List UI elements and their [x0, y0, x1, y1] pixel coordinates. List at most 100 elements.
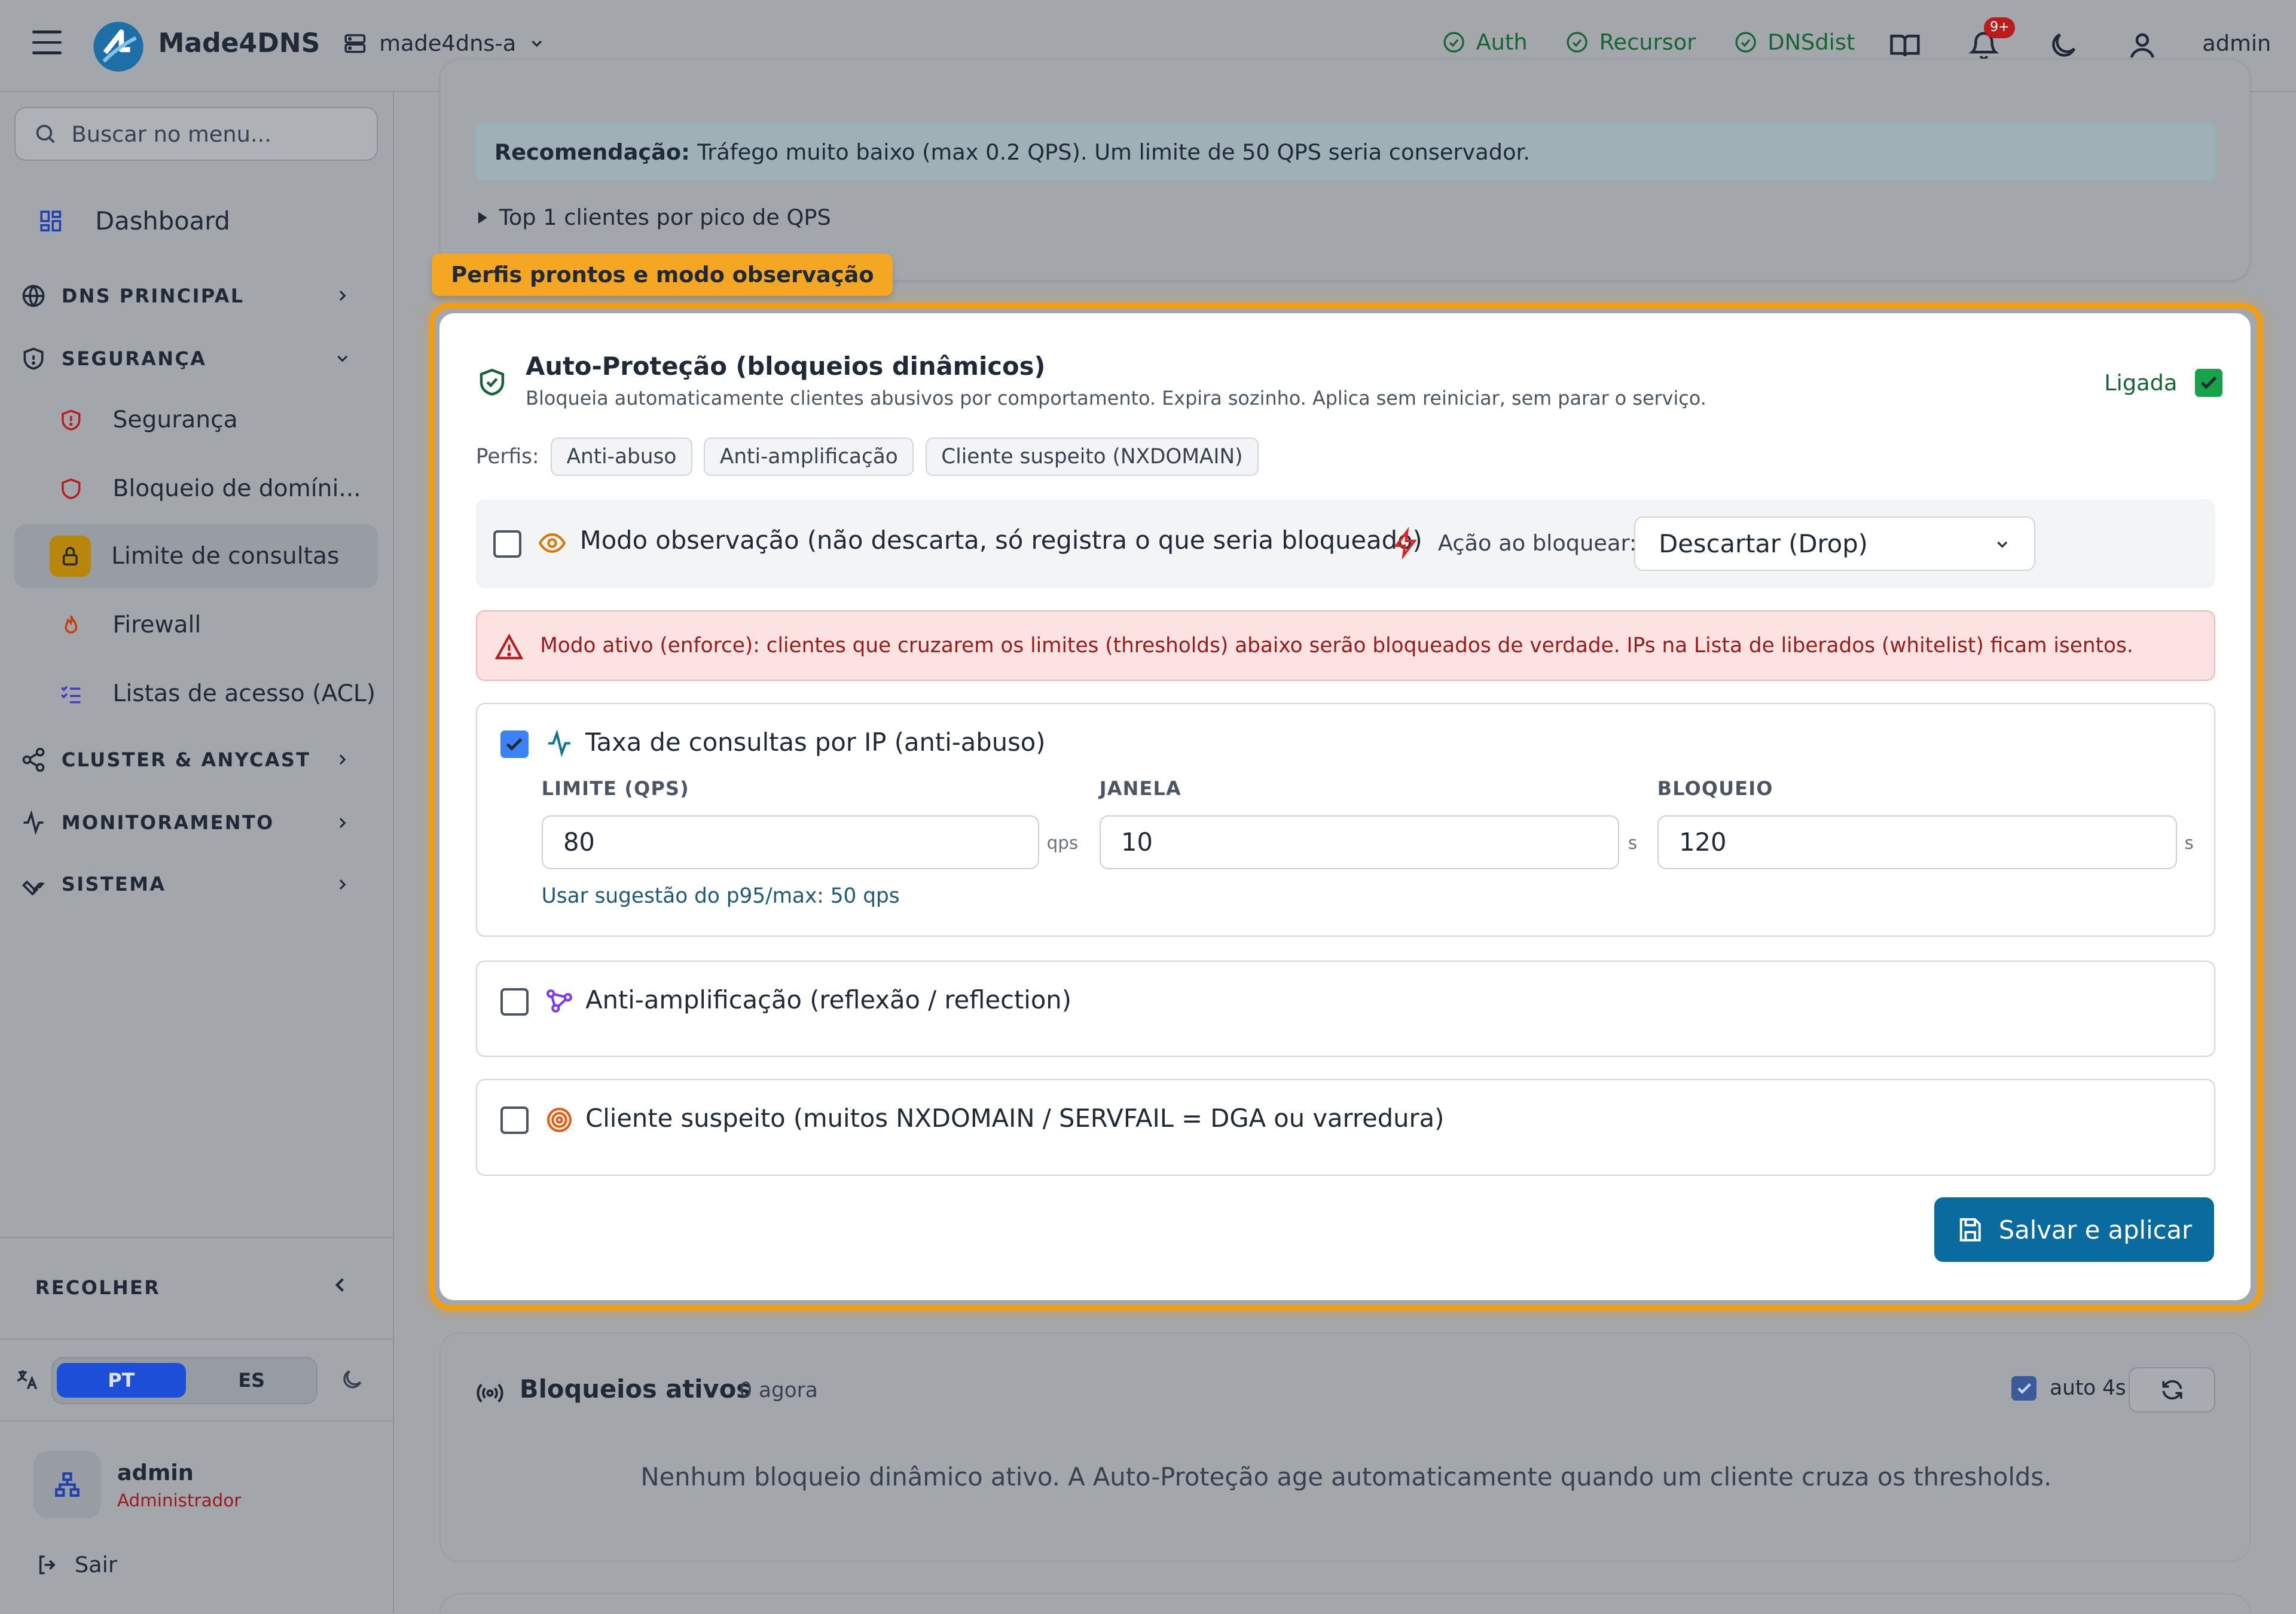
- logout-button[interactable]: Sair: [35, 1552, 117, 1578]
- user-icon[interactable]: [2126, 29, 2158, 62]
- refresh-button[interactable]: [2129, 1367, 2215, 1413]
- dashboard-grid-icon: [40, 210, 61, 232]
- observe-mode-checkbox[interactable]: [493, 530, 521, 558]
- sidebar-section-monitoring[interactable]: MONITORAMENTO: [20, 801, 383, 845]
- check-circle-icon: [1567, 32, 1588, 53]
- sidebar-item-security[interactable]: Segurança: [14, 388, 377, 453]
- target-icon: [546, 1107, 572, 1132]
- status-dnsdist[interactable]: DNSdist: [1734, 29, 1855, 55]
- limit-label: LIMITE (QPS): [541, 777, 689, 800]
- window-label: JANELA: [1099, 777, 1181, 800]
- recommendation-text: Tráfego muito baixo (max 0.2 QPS). Um li…: [697, 139, 1530, 165]
- chevron-right-icon: [340, 879, 346, 889]
- active-blocks-title: Bloqueios ativos: [519, 1374, 752, 1404]
- menu-icon[interactable]: [32, 30, 62, 60]
- profile-chip-anti-amplification[interactable]: Anti-amplificação: [704, 438, 914, 476]
- sidebar-section-cluster[interactable]: CLUSTER & ANYCAST: [20, 738, 383, 781]
- recommendation-label: Recomendação:: [494, 139, 690, 165]
- lang-es-button[interactable]: ES: [191, 1363, 312, 1398]
- server-icon: [344, 34, 366, 53]
- service-status-group: Auth Recursor DNSdist: [1442, 29, 1855, 55]
- section-dns-label: DNS PRINCIPAL: [61, 284, 245, 307]
- flame-icon: [65, 615, 78, 634]
- limit-qps-input[interactable]: [541, 815, 1040, 870]
- profiles-label: Perfis:: [475, 445, 539, 469]
- check-icon: [2200, 377, 2217, 390]
- traffic-analysis-card: Recomendação: Tráfego muito baixo (max 0…: [439, 58, 2251, 282]
- amp-rule-label: Anti-amplificação (reflexão / reflection…: [585, 985, 1071, 1014]
- moon-icon[interactable]: [2047, 29, 2080, 62]
- auto-protection-desc: Bloqueia automaticamente clientes abusiv…: [526, 386, 1706, 409]
- sidebar-section-dns[interactable]: DNS PRINCIPAL: [20, 274, 383, 317]
- top-clients-label: Top 1 clientes por pico de QPS: [499, 204, 831, 231]
- menu-search[interactable]: [14, 106, 378, 161]
- enabled-label: Ligada: [2104, 369, 2178, 396]
- status-recursor[interactable]: Recursor: [1565, 29, 1696, 55]
- sidebar-item-domain-block[interactable]: Bloqueio de domíni...: [14, 457, 377, 521]
- active-blocks-count: 0 agora: [739, 1378, 818, 1403]
- window-input[interactable]: [1099, 815, 1620, 870]
- profile-chip-anti-abuse[interactable]: Anti-abuso: [551, 438, 692, 476]
- enabled-toggle[interactable]: Ligada: [2104, 369, 2223, 397]
- sidebar-item-dashboard[interactable]: Dashboard: [14, 189, 377, 253]
- list-check-icon: [60, 686, 81, 704]
- sidebar-item-rate-limit[interactable]: Limite de consultas: [14, 524, 378, 589]
- block-duration-input[interactable]: [1657, 815, 2178, 870]
- book-icon[interactable]: [1889, 29, 1921, 62]
- profile-chip-suspect-client[interactable]: Cliente suspeito (NXDOMAIN): [925, 438, 1259, 476]
- chevron-right-icon: [340, 817, 346, 828]
- chevron-left-icon[interactable]: [328, 1273, 352, 1297]
- collapse-sidebar-row[interactable]: RECOLHER: [0, 1237, 394, 1340]
- language-toggle: PT ES: [51, 1357, 318, 1404]
- sidebar-item-firewall[interactable]: Firewall: [14, 593, 377, 658]
- check-circle-icon: [1443, 32, 1464, 53]
- search-input[interactable]: [71, 121, 350, 147]
- recommendation-box: Recomendação: Tráfego muito baixo (max 0…: [475, 123, 2217, 182]
- block-unit: s: [2184, 833, 2194, 853]
- lang-pt-button[interactable]: PT: [57, 1362, 186, 1398]
- status-auth-label: Auth: [1476, 29, 1528, 55]
- chevron-down-icon: [337, 356, 348, 362]
- save-apply-label: Salvar e aplicar: [1998, 1215, 2193, 1245]
- sidebar-item-acl[interactable]: Listas de acesso (ACL): [14, 662, 377, 726]
- status-auth[interactable]: Auth: [1442, 29, 1528, 55]
- rule-rate-per-ip: Taxa de consultas por IP (anti-abuso) LI…: [475, 702, 2216, 937]
- use-suggestion-link[interactable]: Usar sugestão do p95/max: 50 qps: [542, 884, 900, 908]
- suspect-rule-checkbox[interactable]: [500, 1106, 529, 1135]
- save-apply-button[interactable]: Salvar e aplicar: [1934, 1197, 2214, 1263]
- user-name: admin: [117, 1459, 194, 1485]
- chevron-down-icon: [532, 41, 542, 47]
- moon-icon[interactable]: [340, 1367, 365, 1392]
- auto-refresh-toggle[interactable]: auto 4s: [2011, 1375, 2126, 1401]
- check-icon: [2017, 1383, 2031, 1394]
- auto-refresh-checkbox[interactable]: [2011, 1375, 2037, 1401]
- brand-name: Made4DNS: [158, 27, 320, 59]
- lock-icon: [50, 536, 91, 577]
- section-cluster-label: CLUSTER & ANYCAST: [61, 748, 311, 772]
- server-selector[interactable]: made4dns-a: [343, 30, 545, 56]
- auto-protection-card: Auto-Proteção (bloqueios dinâmicos) Bloq…: [439, 313, 2251, 1300]
- caret-right-icon: [478, 212, 488, 224]
- top-clients-toggle[interactable]: Top 1 clientes por pico de QPS: [475, 204, 831, 230]
- observe-mode-label: Modo observação (não descarta, só regist…: [579, 525, 1422, 555]
- sidebar-section-security[interactable]: SEGURANÇA: [20, 337, 383, 380]
- profiles-row: Perfis: Anti-abuso Anti-amplificação Cli…: [476, 438, 1259, 476]
- section-security-label: SEGURANÇA: [61, 347, 207, 370]
- enabled-checkbox[interactable]: [2194, 369, 2223, 397]
- user-card: admin Administrador: [33, 1450, 241, 1518]
- limit-unit: qps: [1046, 833, 1079, 853]
- top-username[interactable]: admin: [2202, 30, 2271, 56]
- shield-check-icon: [480, 368, 505, 396]
- refresh-icon: [2162, 1380, 2182, 1400]
- sidebar-item-label: Segurança: [112, 406, 238, 434]
- notification-badge: 9+: [1984, 17, 2016, 38]
- sidebar-section-system[interactable]: SISTEMA: [20, 862, 383, 906]
- block-action-select[interactable]: Descartar (Drop): [1634, 516, 2036, 571]
- sidebar-item-label: Limite de consultas: [111, 543, 340, 570]
- rate-rule-checkbox[interactable]: [500, 730, 529, 759]
- chevron-down-icon: [1996, 541, 2007, 548]
- amp-rule-checkbox[interactable]: [500, 988, 529, 1016]
- block-action-label: Ação ao bloquear:: [1437, 530, 1637, 556]
- rule-anti-amplification: Anti-amplificação (reflexão / reflection…: [475, 960, 2216, 1057]
- section-monitoring-label: MONITORAMENTO: [61, 811, 274, 834]
